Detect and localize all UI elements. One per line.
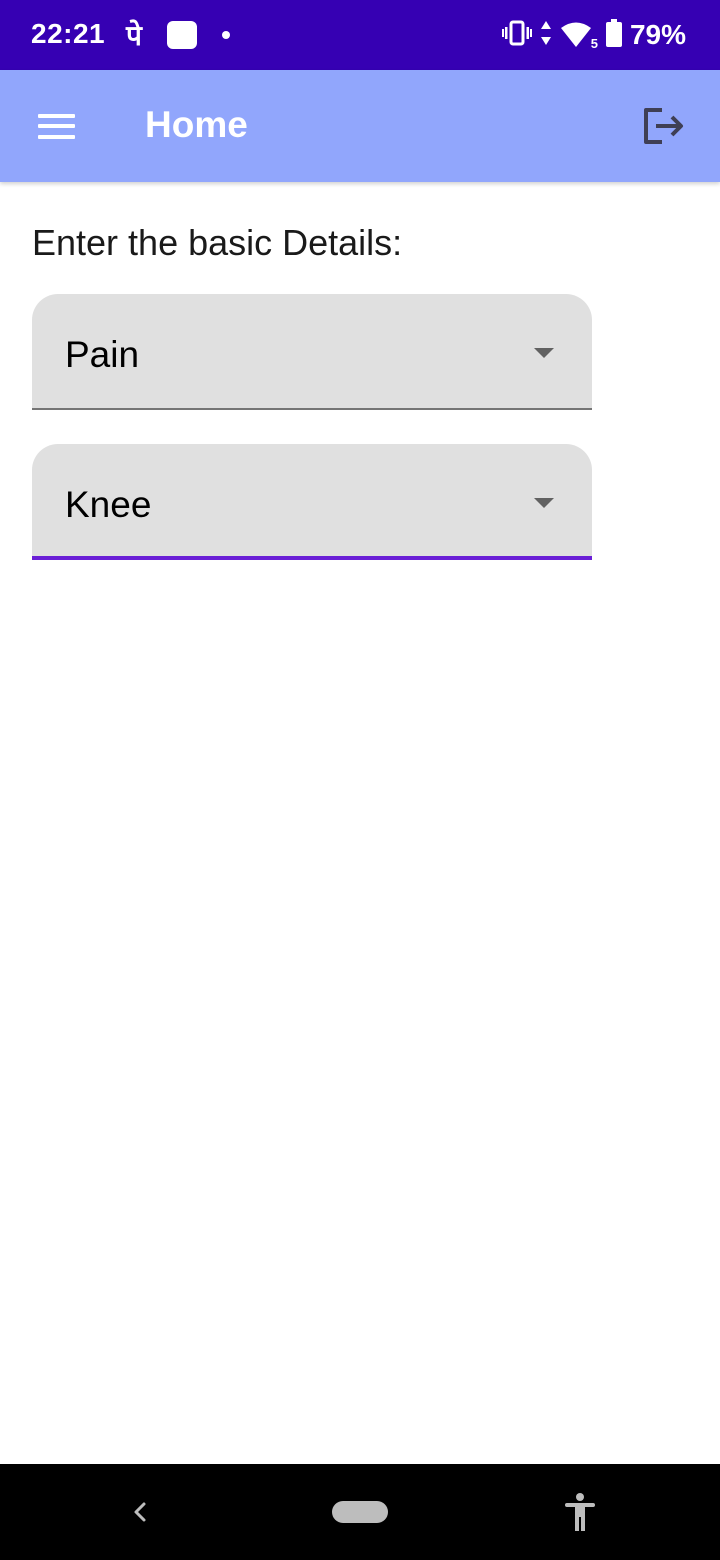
battery-percent: 79% [629,19,686,50]
system-nav-bar [0,1464,720,1560]
condition-dropdown-value: Pain [65,334,140,375]
status-time: 22:21 [31,18,106,49]
accessibility-icon[interactable] [562,1492,598,1532]
network-badge: 5 [590,36,598,51]
status-bar: 22:21 पे 5 79% [0,0,720,70]
app-square-icon [167,21,197,49]
hamburger-menu-icon[interactable] [30,106,82,146]
back-icon[interactable] [126,1496,154,1528]
form-heading: Enter the basic Details: [32,222,403,263]
logout-icon[interactable] [636,104,690,150]
page-title: Home [145,104,248,145]
battery-icon [605,18,622,52]
wifi-icon: 5 [560,21,598,51]
vibrate-icon [501,20,532,51]
body-part-dropdown-value: Knee [65,484,152,525]
menu-line [38,114,75,118]
menu-line [38,124,75,128]
app-bar: Home [0,70,720,182]
menu-line [38,135,75,139]
status-right-group: 5 79% [501,18,686,52]
home-pill-icon[interactable] [332,1501,388,1523]
chevron-down-icon [534,348,554,358]
dot-icon [222,31,230,39]
chevron-down-icon [534,498,554,508]
pe-notification-icon: पे [126,19,142,52]
condition-dropdown[interactable]: Pain [32,294,592,410]
data-arrows-icon [540,20,552,51]
body-part-dropdown[interactable]: Knee [32,444,592,560]
